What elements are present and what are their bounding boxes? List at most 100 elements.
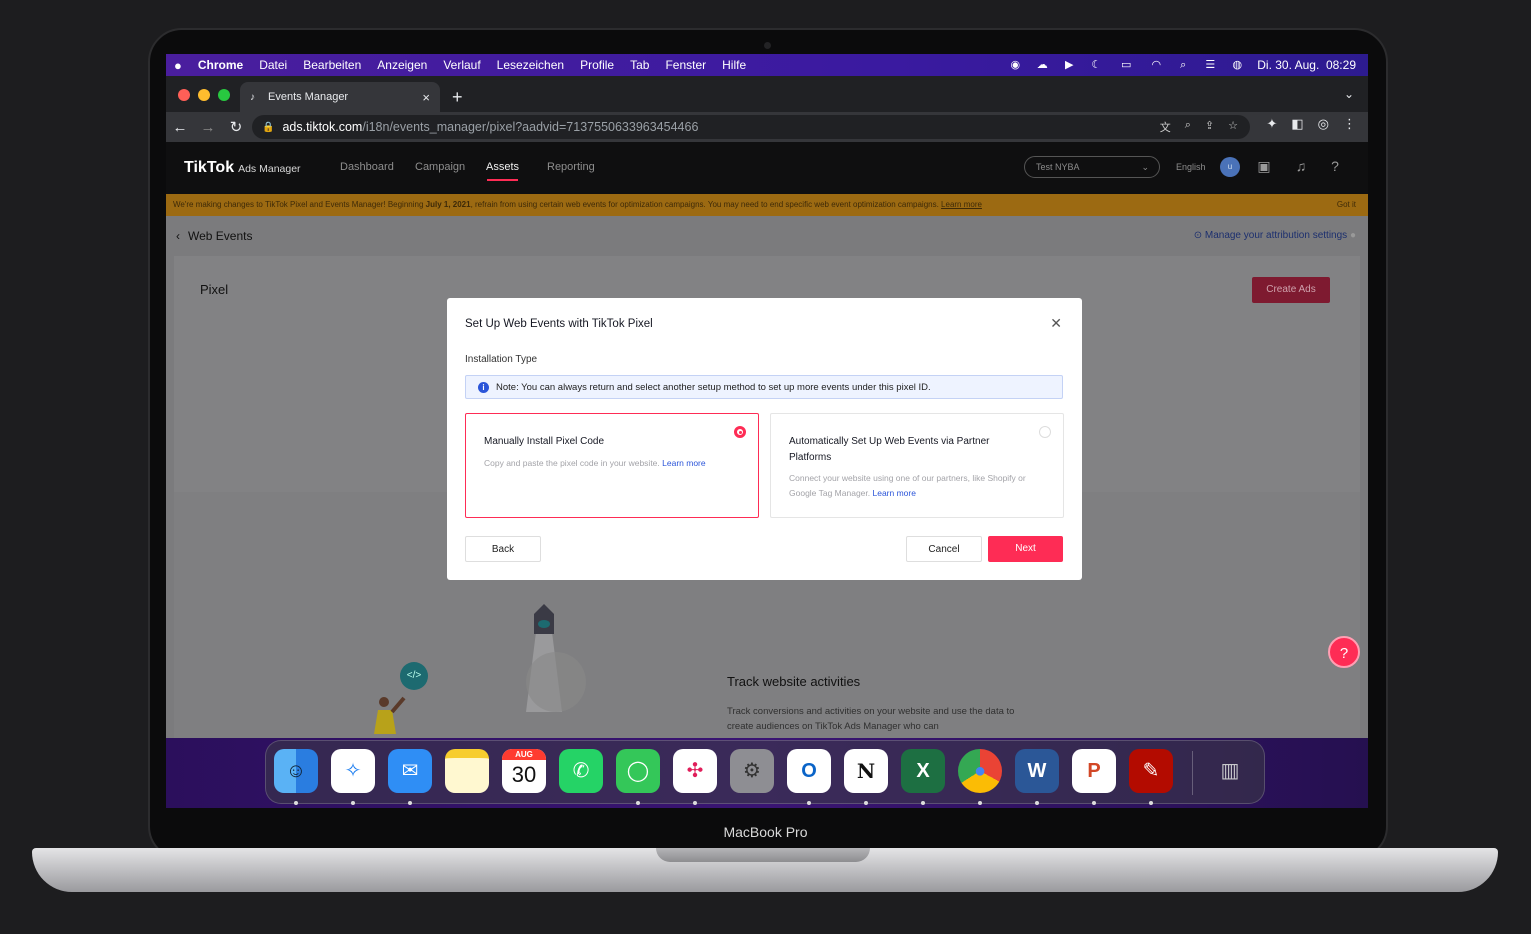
chrome-tab-bar: ♪ Events Manager × + ⌄	[166, 76, 1368, 112]
logo-text: TikTok	[184, 159, 235, 176]
word-icon[interactable]: W	[1015, 749, 1059, 805]
outlook-icon[interactable]: O	[787, 749, 831, 805]
extensions-area: ✦ ◧ ◎ ⋮	[1266, 116, 1368, 132]
nav-assets[interactable]: Assets	[486, 161, 519, 181]
menu-bearbeiten[interactable]: Bearbeiten	[295, 58, 369, 72]
installation-type-label: Installation Type	[465, 354, 538, 365]
dock: ☺ ✧ ✉ AUG 30 ✆ ◯ ✣ ⚙ O N X ● W P ✎ ▥	[265, 740, 1265, 805]
macbook: ● Chrome Datei Bearbeiten Anzeigen Verla…	[0, 0, 1531, 934]
help-fab-button[interactable]: ?	[1328, 636, 1360, 668]
info-icon: ●	[1349, 230, 1356, 241]
address-bar[interactable]: 🔒 ads.tiktok.com/i18n/events_manager/pix…	[252, 115, 1250, 139]
battery-icon[interactable]: ▭	[1116, 59, 1136, 71]
radio-manual-selected[interactable]	[734, 426, 746, 438]
radio-partner-unselected[interactable]	[1039, 426, 1051, 438]
language-selector[interactable]: English	[1176, 162, 1206, 172]
close-icon[interactable]: ✕	[1050, 315, 1062, 332]
chevron-down-icon: ⌄	[1141, 162, 1149, 172]
menu-app-name[interactable]: Chrome	[190, 58, 251, 72]
announcement-banner: We're making changes to TikTok Pixel and…	[166, 194, 1368, 216]
menu-anzeigen[interactable]: Anzeigen	[369, 58, 435, 72]
banner-dismiss-button[interactable]: Got it	[1337, 200, 1356, 209]
reload-icon[interactable]: ↻	[222, 118, 250, 136]
chrome-icon[interactable]: ●	[958, 749, 1002, 805]
bell-icon[interactable]: ♫	[1292, 158, 1310, 176]
extensions-puzzle-icon[interactable]: ✦	[1266, 116, 1277, 132]
share-icon[interactable]: ⇪	[1205, 119, 1214, 135]
option-partner-learn-more-link[interactable]: Learn more	[873, 488, 916, 498]
menu-tab[interactable]: Tab	[622, 58, 657, 72]
siri-icon[interactable]: ◍	[1230, 59, 1244, 71]
back-button[interactable]: Back	[465, 536, 541, 562]
side-panel-icon[interactable]: ◧	[1291, 116, 1303, 132]
control-center-icon[interactable]: ☰	[1203, 59, 1217, 71]
whatsapp-icon[interactable]: ✆	[559, 749, 603, 793]
option-partner-platforms[interactable]: Automatically Set Up Web Events via Part…	[770, 413, 1064, 518]
translate-icon[interactable]: 文	[1160, 119, 1171, 135]
mail-icon[interactable]: ✉	[388, 749, 432, 805]
cancel-button[interactable]: Cancel	[906, 536, 982, 562]
apple-icon[interactable]: ●	[166, 58, 190, 73]
tab-search-chevron-icon[interactable]: ⌄	[1344, 87, 1354, 101]
option-manual-learn-more-link[interactable]: Learn more	[662, 458, 705, 468]
forward-arrow-icon[interactable]: →	[194, 119, 222, 136]
account-selector[interactable]: Test NYBA ⌄	[1024, 156, 1160, 178]
back-to-web-events[interactable]: ‹ Web Events	[176, 229, 252, 243]
system-preferences-icon[interactable]: ⚙	[730, 749, 774, 793]
nav-campaign[interactable]: Campaign	[415, 161, 465, 173]
tab-events-manager[interactable]: ♪ Events Manager ×	[240, 82, 440, 112]
menu-datei[interactable]: Datei	[251, 58, 295, 72]
desktop-wallpaper: ☺ ✧ ✉ AUG 30 ✆ ◯ ✣ ⚙ O N X ● W P ✎ ▥	[166, 738, 1368, 808]
bookmark-star-icon[interactable]: ☆	[1228, 119, 1238, 135]
tiktok-logo[interactable]: TikTok Ads Manager	[184, 159, 301, 177]
back-arrow-icon[interactable]: ←	[166, 119, 194, 136]
profile-icon[interactable]: ◎	[1318, 116, 1329, 132]
play-icon[interactable]: ▶	[1062, 59, 1076, 71]
wifi-icon[interactable]: ◠	[1149, 59, 1163, 71]
slack-icon[interactable]: ✣	[673, 749, 717, 805]
menu-verlauf[interactable]: Verlauf	[435, 58, 488, 72]
menu-fenster[interactable]: Fenster	[657, 58, 714, 72]
nav-reporting[interactable]: Reporting	[547, 161, 595, 173]
option-manual-desc: Copy and paste the pixel code in your we…	[484, 456, 729, 471]
menu-profile[interactable]: Profile	[572, 58, 622, 72]
option-manual-install[interactable]: Manually Install Pixel Code Copy and pas…	[465, 413, 759, 518]
settings-icon: ⊙	[1193, 230, 1203, 241]
info-icon: i	[478, 382, 489, 393]
zoom-window-button[interactable]	[218, 89, 230, 101]
finder-icon[interactable]: ☺	[274, 749, 318, 805]
safari-icon[interactable]: ✧	[331, 749, 375, 805]
menu-clock[interactable]: Di. 30. Aug. 08:29	[1257, 58, 1356, 72]
chrome-menu-icon[interactable]: ⋮	[1343, 116, 1356, 132]
new-tab-icon[interactable]: +	[452, 87, 463, 108]
calendar-icon[interactable]: AUG 30	[502, 749, 546, 793]
acrobat-icon[interactable]: ✎	[1129, 749, 1173, 805]
nav-dashboard[interactable]: Dashboard	[340, 161, 394, 173]
help-circle-icon[interactable]: ?	[1326, 158, 1344, 176]
excel-icon[interactable]: X	[901, 749, 945, 805]
avatar[interactable]: u	[1220, 157, 1240, 177]
creative-cloud-icon[interactable]: ☁	[1035, 59, 1049, 71]
attribution-settings-link[interactable]: ⊙ Manage your attribution settings ●	[1194, 230, 1356, 241]
zoom-icon[interactable]: ⌕	[1185, 119, 1191, 135]
trash-icon[interactable]: ▥	[1208, 749, 1252, 793]
menu-hilfe[interactable]: Hilfe	[714, 58, 754, 72]
powerpoint-icon[interactable]: P	[1072, 749, 1116, 805]
notion-icon[interactable]: N	[844, 749, 888, 805]
spotlight-search-icon[interactable]: ⌕	[1176, 59, 1190, 71]
next-button[interactable]: Next	[988, 536, 1063, 562]
option-partner-desc: Connect your website using one of our pa…	[789, 471, 1034, 501]
record-icon[interactable]: ◉	[1008, 59, 1022, 71]
notes-icon[interactable]	[445, 749, 489, 793]
briefcase-icon[interactable]: ▣	[1255, 158, 1273, 176]
page-subheader: ‹ Web Events ⊙ Manage your attribution se…	[166, 216, 1368, 256]
tiktok-top-nav: TikTok Ads Manager Dashboard Campaign Ass…	[166, 142, 1368, 194]
close-tab-icon[interactable]: ×	[422, 90, 430, 105]
menu-lesezeichen[interactable]: Lesezeichen	[489, 58, 572, 72]
messages-icon[interactable]: ◯	[616, 749, 660, 805]
moon-icon[interactable]: ☾	[1089, 59, 1103, 71]
minimize-window-button[interactable]	[198, 89, 210, 101]
close-window-button[interactable]	[178, 89, 190, 101]
create-ads-button[interactable]: Create Ads	[1252, 277, 1330, 303]
banner-learn-more-link[interactable]: Learn more	[941, 200, 982, 209]
